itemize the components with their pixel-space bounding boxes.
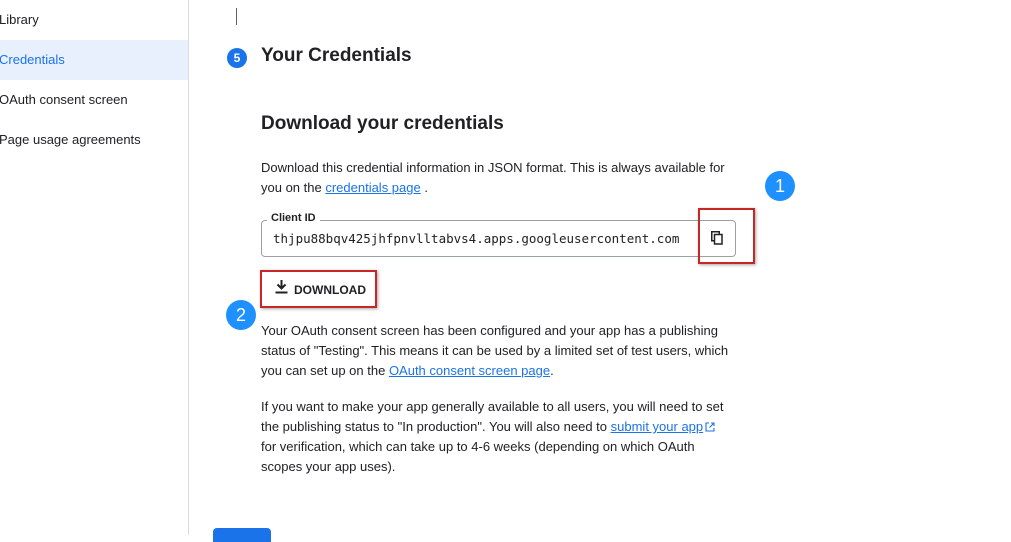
external-link-icon: [705, 422, 715, 432]
client-id-value[interactable]: thjpu88bqv425jhfpnvlltabvs4.apps.googleu…: [273, 231, 679, 246]
sidebar-item-label: Library: [0, 12, 39, 27]
sidebar-item-page-usage-agreements[interactable]: Page usage agreements: [0, 120, 188, 160]
step-number-badge: 5: [227, 48, 247, 68]
consent-suffix: .: [550, 363, 554, 378]
section-title: Download your credentials: [261, 113, 504, 134]
consent-prefix: you can set up on the: [261, 363, 389, 378]
sidebar-item-label: Page usage agreements: [0, 132, 141, 147]
sidebar: Library Credentials OAuth consent screen…: [0, 0, 189, 535]
highlight-box-download: [260, 270, 377, 308]
client-id-label: Client ID: [267, 212, 320, 224]
publish-line-3: for verification, which can take up to 4…: [261, 439, 695, 454]
download-intro-text: Download this credential information in …: [261, 158, 725, 198]
consent-line-1: Your OAuth consent screen has been confi…: [261, 323, 719, 338]
intro-suffix: .: [420, 180, 428, 195]
continue-button[interactable]: [213, 528, 271, 542]
stepper-line: [236, 8, 237, 25]
oauth-consent-screen-page-link[interactable]: OAuth consent screen page: [389, 363, 550, 378]
consent-status-text: Your OAuth consent screen has been confi…: [261, 321, 728, 381]
credentials-page-link[interactable]: credentials page: [325, 180, 420, 195]
sidebar-item-label: OAuth consent screen: [0, 92, 128, 107]
publish-line-4: scopes your app uses).: [261, 459, 396, 474]
publish-prefix: the publishing status to "In production"…: [261, 419, 611, 434]
publish-line-2: the publishing status to "In production"…: [261, 417, 723, 437]
intro-line-1: Download this credential information in …: [261, 160, 725, 175]
annotation-callout-1: 1: [765, 171, 795, 201]
sidebar-item-credentials[interactable]: Credentials: [0, 40, 188, 80]
step-title: Your Credentials: [261, 45, 412, 66]
annotation-callout-2: 2: [226, 300, 256, 330]
sidebar-item-library[interactable]: Library: [0, 0, 188, 40]
highlight-box-copy: [698, 208, 755, 264]
sidebar-item-label: Credentials: [0, 52, 65, 67]
sidebar-item-oauth-consent-screen[interactable]: OAuth consent screen: [0, 80, 188, 120]
submit-your-app-link[interactable]: submit your app: [611, 419, 704, 434]
publish-line-1: If you want to make your app generally a…: [261, 399, 724, 414]
intro-line-2: you on the credentials page .: [261, 178, 725, 198]
consent-line-3: you can set up on the OAuth consent scre…: [261, 361, 728, 381]
intro-prefix: you on the: [261, 180, 326, 195]
consent-line-2: status of "Testing". This means it can b…: [261, 343, 729, 358]
publishing-info-text: If you want to make your app generally a…: [261, 397, 723, 477]
